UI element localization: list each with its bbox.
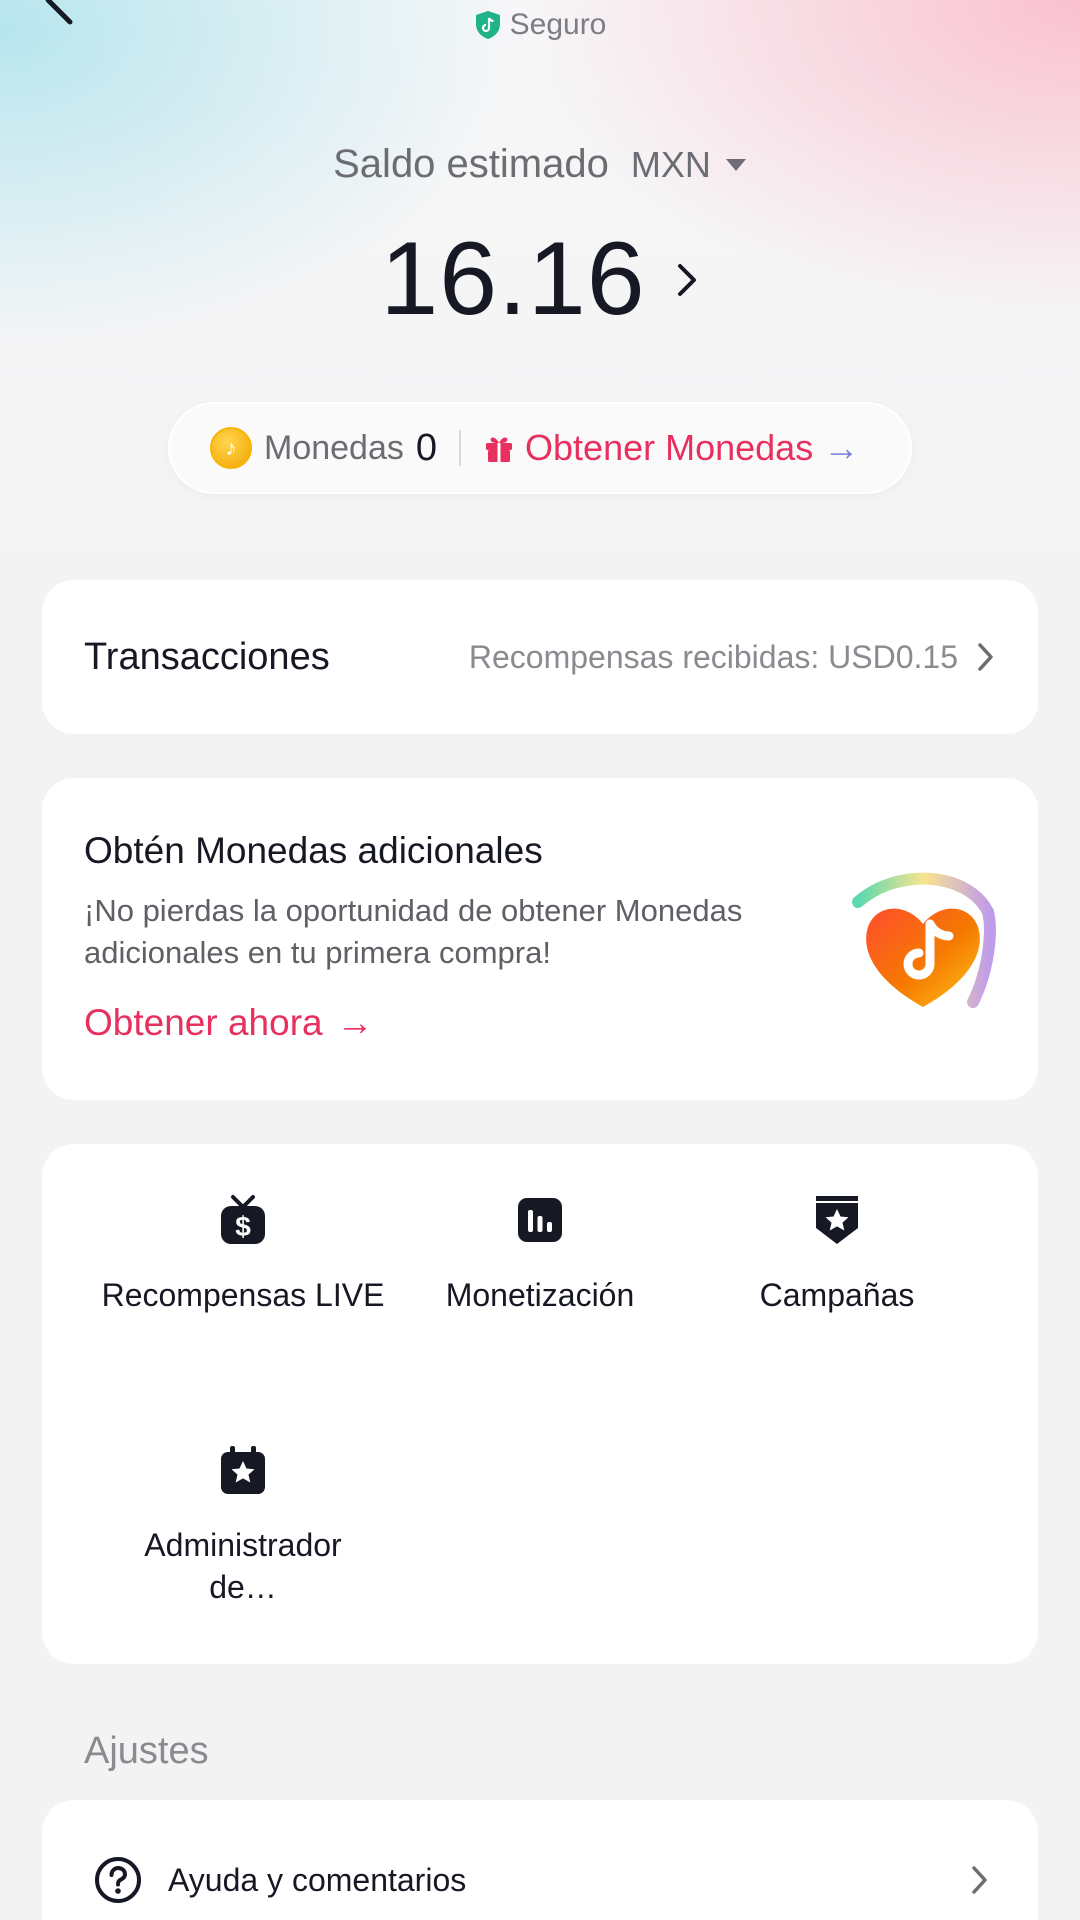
tool-monetization[interactable]: Monetización [375, 1194, 705, 1316]
star-shield-icon [816, 1196, 858, 1244]
currency-code: MXN [630, 143, 711, 185]
secure-label: Seguro [509, 8, 607, 41]
tool-label: Monetización [445, 1277, 635, 1313]
shield-icon [475, 11, 500, 39]
promo-card: Obtén Monedas adicionales ¡No pierdas la… [42, 778, 1038, 1100]
coins-label: Monedas [264, 428, 404, 467]
tool-admin[interactable]: Administrador de… [78, 1444, 408, 1608]
get-coins-label: Obtener Monedas [525, 427, 814, 468]
divider [459, 430, 462, 466]
arrow-right-icon: → [823, 427, 860, 468]
chevron-right-icon [978, 643, 993, 671]
settings-card: Ayuda y comentarios [42, 1800, 1038, 1920]
arrow-right-icon: → [336, 1002, 374, 1043]
coins-heart-illustration [852, 872, 996, 1008]
wallet-page: Seguro Saldo estimado MXN 16.16 ♪ Moneda… [0, 0, 1080, 1920]
chevron-right-icon [972, 1866, 987, 1894]
rewards-received-text: Recompensas recibidas: USD0.15 [468, 638, 958, 675]
promo-description: ¡No pierdas la oportunidad de obtener Mo… [84, 893, 743, 970]
secure-indicator: Seguro [0, 8, 1080, 42]
currency-selector[interactable]: MXN [631, 144, 747, 186]
get-now-label: Obtener ahora [84, 1002, 323, 1043]
coin-icon: ♪ [210, 427, 252, 469]
settings-section-title: Ajustes [84, 1730, 209, 1772]
svg-text:$: $ [235, 1211, 251, 1242]
caret-down-icon [725, 158, 746, 171]
settings-item-label: Ayuda y comentarios [168, 1861, 467, 1898]
tool-campaigns[interactable]: Campañas [672, 1194, 1002, 1316]
calendar-star-icon [221, 1446, 265, 1494]
chevron-right-icon [677, 263, 696, 296]
coins-count: 0 [415, 426, 438, 469]
gift-icon [486, 437, 513, 462]
get-coins-button[interactable]: Obtener Monedas → [483, 427, 859, 469]
balance-amount-row[interactable]: 16.16 [0, 220, 1080, 339]
settings-item-help[interactable]: Ayuda y comentarios [94, 1856, 990, 1904]
promo-title: Obtén Monedas adicionales [84, 830, 543, 871]
tools-card: $ Recompensas LIVE Monetización Campañas [42, 1144, 1038, 1664]
tool-label: Recompensas LIVE [101, 1277, 385, 1313]
balance-header: Saldo estimado MXN [0, 142, 1080, 187]
coins-pill: ♪ Monedas 0 Obtener Monedas → [168, 402, 912, 494]
tool-label: Administrador de… [144, 1527, 342, 1605]
chart-bars-icon [518, 1198, 562, 1242]
tool-live-rewards[interactable]: $ Recompensas LIVE [78, 1194, 408, 1316]
dollar-gift-icon: $ [221, 1195, 265, 1244]
balance-label: Saldo estimado [333, 142, 609, 186]
tool-label: Campañas [759, 1277, 915, 1313]
transactions-title: Transacciones [84, 635, 330, 678]
transactions-summary: Recompensas recibidas: USD0.15 [469, 639, 996, 676]
balance-amount: 16.16 [380, 221, 646, 337]
transactions-card[interactable]: Transacciones Recompensas recibidas: USD… [42, 580, 1038, 734]
help-circle-icon [95, 1857, 141, 1903]
